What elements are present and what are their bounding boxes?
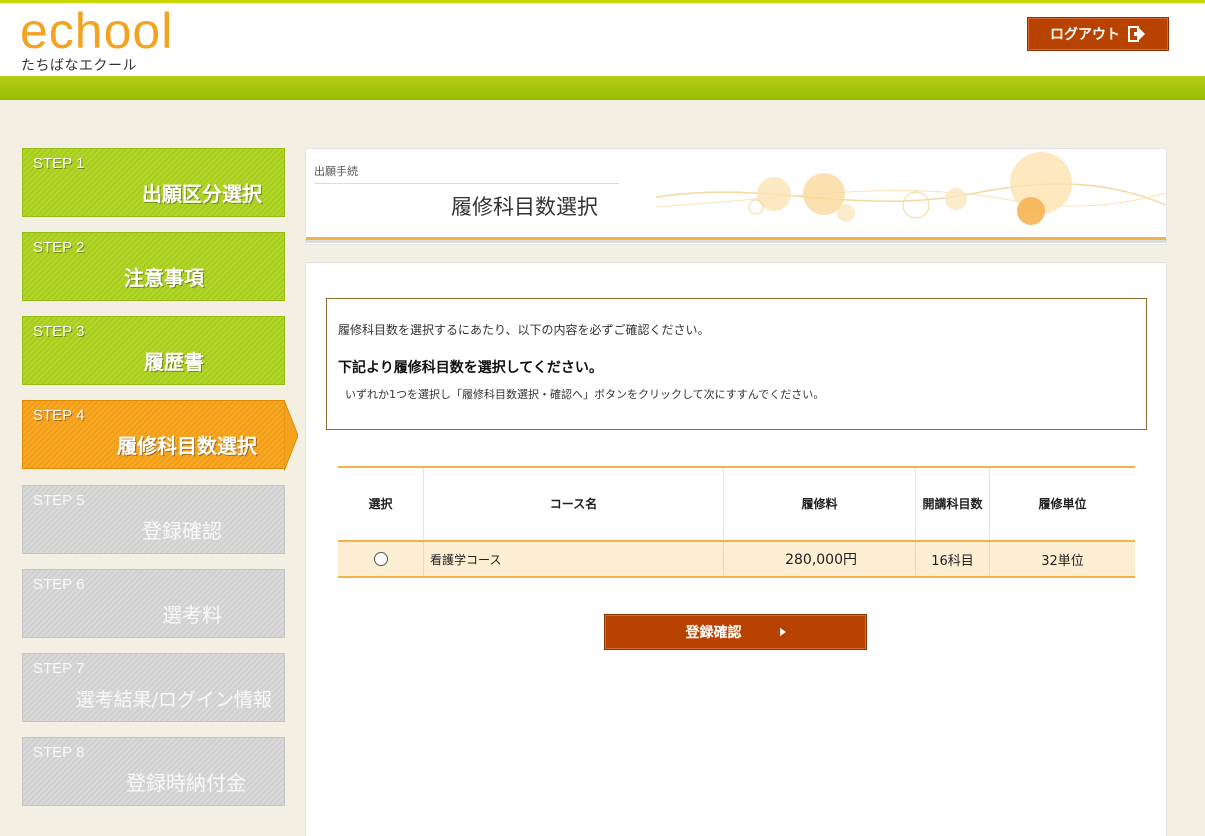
header-course: コース名 xyxy=(424,468,724,540)
step-title: 登録確認 xyxy=(142,519,222,543)
step-6: STEP 6 選考料 xyxy=(22,569,285,638)
step-4[interactable]: STEP 4 履修科目数選択 xyxy=(22,400,285,469)
step-number: STEP 5 xyxy=(33,492,85,509)
notice-line-1: 履修科目数を選択するにあたり、以下の内容を必ずご確認ください。 xyxy=(338,323,710,337)
breadcrumb-underline xyxy=(314,183,619,184)
logout-label: ログアウト xyxy=(1050,27,1120,43)
play-arrow-icon xyxy=(779,628,786,636)
table-header-row: 選択 コース名 履修料 開講科目数 履修単位 xyxy=(338,468,1135,542)
step-number: STEP 8 xyxy=(33,744,85,761)
decorative-bubbles xyxy=(656,152,1166,225)
step-7: STEP 7 選考結果/ログイン情報 xyxy=(22,653,285,722)
course-subjects: 16科目 xyxy=(916,542,990,576)
step-number: STEP 1 xyxy=(33,155,85,172)
step-number: STEP 4 xyxy=(33,407,85,424)
notice-heading: 下記より履修科目数を選択してください。 xyxy=(338,360,603,376)
step-title: 登録時納付金 xyxy=(126,771,246,795)
logout-icon xyxy=(1128,26,1145,42)
header-green-bar xyxy=(0,76,1205,100)
step-title: 出願区分選択 xyxy=(142,182,262,206)
title-underline-grey xyxy=(306,240,1166,243)
logo-subtitle: たちばなエクール xyxy=(21,58,137,74)
header-fee: 履修料 xyxy=(724,468,916,540)
notice-box: 履修科目数を選択するにあたり、以下の内容を必ずご確認ください。 下記より履修科目… xyxy=(326,298,1147,430)
header-select: 選択 xyxy=(338,468,424,540)
select-cell xyxy=(338,542,424,576)
content-panel: 履修科目数を選択するにあたり、以下の内容を必ずご確認ください。 下記より履修科目… xyxy=(305,262,1167,836)
step-title: 履歴書 xyxy=(144,350,204,374)
step-title: 選考結果/ログイン情報 xyxy=(75,689,272,711)
page-title: 履修科目数選択 xyxy=(451,195,598,219)
step-number: STEP 6 xyxy=(33,576,85,593)
step-2[interactable]: STEP 2 注意事項 xyxy=(22,232,285,301)
step-title: 注意事項 xyxy=(124,266,204,290)
course-name: 看護学コース xyxy=(424,542,724,576)
course-table: 選択 コース名 履修料 開講科目数 履修単位 看護学コース 280,000円 1… xyxy=(338,466,1135,578)
table-row[interactable]: 看護学コース 280,000円 16科目 32単位 xyxy=(338,542,1135,578)
logout-button[interactable]: ログアウト xyxy=(1027,17,1169,51)
course-fee: 280,000円 xyxy=(724,542,916,576)
register-confirm-button[interactable]: 登録確認 xyxy=(604,614,867,650)
register-confirm-label: 登録確認 xyxy=(685,625,742,641)
course-radio[interactable] xyxy=(373,552,388,566)
notice-line-3: いずれか1つを選択し「履修科目数選択・確認へ」ボタンをクリックして次にすすんでく… xyxy=(345,388,825,401)
step-1[interactable]: STEP 1 出願区分選択 xyxy=(22,148,285,217)
step-title: 履修科目数選択 xyxy=(117,434,257,458)
step-number: STEP 7 xyxy=(33,660,85,677)
step-3[interactable]: STEP 3 履歴書 xyxy=(22,316,285,385)
step-number: STEP 3 xyxy=(33,323,85,340)
step-title: 選考料 xyxy=(162,603,222,627)
header-subjects: 開講科目数 xyxy=(916,468,990,540)
breadcrumb: 出願手続 xyxy=(314,165,358,178)
step-8: STEP 8 登録時納付金 xyxy=(22,737,285,806)
step-5: STEP 5 登録確認 xyxy=(22,485,285,554)
header-units: 履修単位 xyxy=(1038,497,1087,511)
course-units: 32単位 xyxy=(1041,553,1084,569)
logo: echool xyxy=(20,3,174,59)
header: echool たちばなエクール ログアウト xyxy=(0,3,1205,76)
page-title-panel: 出願手続 履修科目数選択 xyxy=(305,148,1167,245)
step-number: STEP 2 xyxy=(33,239,85,256)
current-step-arrow xyxy=(284,400,298,471)
